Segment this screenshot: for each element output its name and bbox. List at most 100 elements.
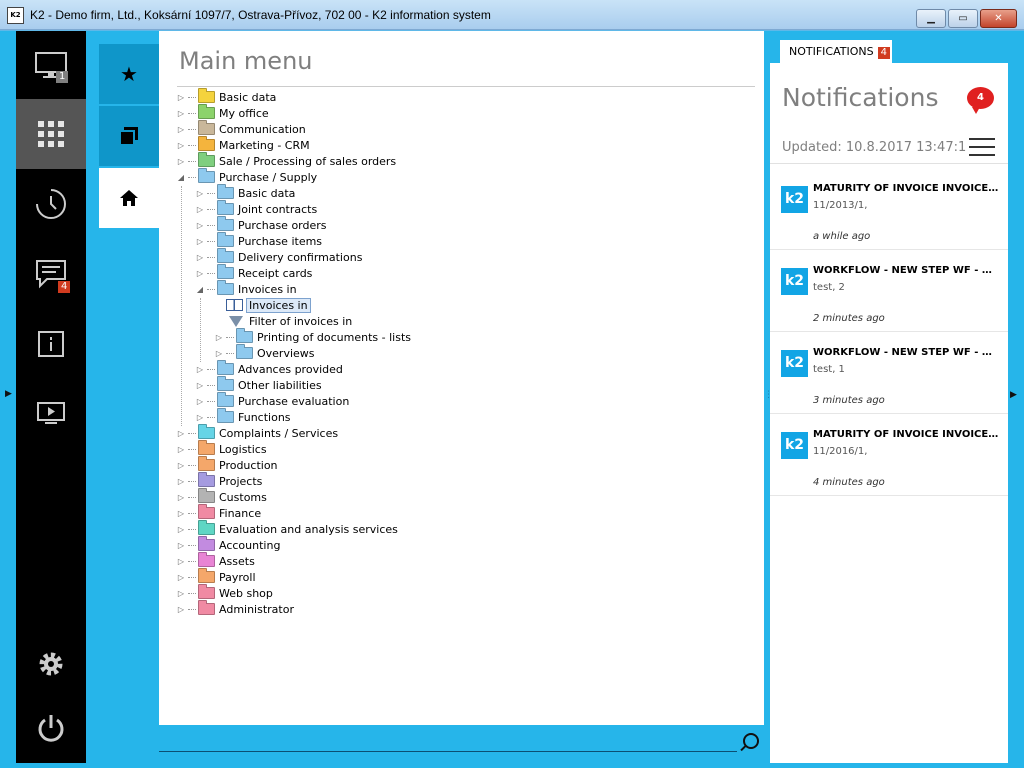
collapse-arrow-icon[interactable]: ◢ bbox=[195, 285, 205, 294]
expand-arrow-icon[interactable]: ▷ bbox=[176, 525, 186, 534]
tree-node-label: Administrator bbox=[219, 602, 294, 616]
expand-arrow-icon[interactable]: ▷ bbox=[214, 333, 224, 342]
expand-arrow-icon[interactable]: ▷ bbox=[176, 429, 186, 438]
close-button[interactable]: ✕ bbox=[980, 9, 1017, 28]
expand-arrow-icon[interactable]: ▷ bbox=[176, 125, 186, 134]
tree-node-purchase-orders[interactable]: ▷ Purchase orders bbox=[195, 216, 327, 233]
expand-arrow-icon[interactable]: ▷ bbox=[176, 541, 186, 550]
home-button[interactable] bbox=[99, 168, 159, 228]
tree-node-advances-provided[interactable]: ▷ Advances provided bbox=[195, 360, 343, 377]
expand-arrow-icon[interactable]: ▷ bbox=[176, 477, 186, 486]
tree-node-receipt-cards[interactable]: ▷ Receipt cards bbox=[195, 264, 312, 281]
expand-arrow-icon[interactable]: ▷ bbox=[176, 509, 186, 518]
minimize-button[interactable]: ▁ bbox=[916, 9, 946, 28]
notification-item[interactable]: k2 WORKFLOW - NEW STEP WF - WORKFLOW tes… bbox=[770, 250, 1008, 332]
expand-arrow-icon[interactable]: ▷ bbox=[195, 365, 205, 374]
expand-arrow-icon[interactable]: ▷ bbox=[176, 445, 186, 454]
sidebar-item-logout[interactable] bbox=[16, 693, 86, 763]
expand-arrow-icon[interactable]: ▷ bbox=[195, 253, 205, 262]
tree-node-purchase-basic-data[interactable]: ▷ Basic data bbox=[195, 184, 296, 201]
expand-arrow-icon[interactable]: ▷ bbox=[176, 461, 186, 470]
expand-arrow-icon[interactable]: ▷ bbox=[176, 157, 186, 166]
tree-node-accounting[interactable]: ▷ Accounting bbox=[176, 536, 280, 553]
tree-node-invoices-in-folder[interactable]: ◢ Invoices in bbox=[195, 280, 297, 297]
expand-arrow-icon[interactable]: ▷ bbox=[195, 413, 205, 422]
tree-node-my-office[interactable]: ▷ My office bbox=[176, 104, 269, 121]
expand-arrow-icon[interactable]: ▷ bbox=[195, 205, 205, 214]
notification-item[interactable]: k2 MATURITY OF INVOICE INVOICES IN 11/20… bbox=[770, 168, 1008, 250]
tree-node-overviews[interactable]: ▷ Overviews bbox=[214, 344, 315, 361]
expand-arrow-icon[interactable]: ▷ bbox=[176, 589, 186, 598]
tree-node-filter-invoices-in[interactable]: Filter of invoices in bbox=[214, 313, 352, 329]
notification-title: WORKFLOW - NEW STEP WF - WORKFLOW bbox=[813, 347, 1001, 358]
sidebar-item-messages[interactable]: 4 bbox=[16, 239, 86, 309]
sidebar-item-main-menu[interactable] bbox=[16, 99, 86, 169]
folder-icon bbox=[217, 200, 234, 215]
sidebar-item-settings[interactable] bbox=[16, 629, 86, 699]
expand-arrow-icon[interactable]: ▷ bbox=[176, 141, 186, 150]
expand-arrow-icon[interactable]: ▷ bbox=[176, 109, 186, 118]
sidebar-item-presentation[interactable] bbox=[16, 379, 86, 449]
tree-node-invoices-in-form[interactable]: Invoices in bbox=[214, 297, 311, 313]
tree-node-purchase-supply[interactable]: ◢ Purchase / Supply bbox=[176, 168, 317, 185]
expand-arrow-icon[interactable]: ▷ bbox=[176, 573, 186, 582]
tree-node-other-liabilities[interactable]: ▷ Other liabilities bbox=[195, 376, 322, 393]
expand-arrow-icon[interactable]: ▷ bbox=[195, 237, 205, 246]
tree-node-communication[interactable]: ▷ Communication bbox=[176, 120, 306, 137]
folder-icon bbox=[236, 344, 253, 359]
expand-arrow-icon[interactable]: ▷ bbox=[176, 557, 186, 566]
expand-arrow-icon[interactable]: ▷ bbox=[195, 269, 205, 278]
tree-node-label: Sale / Processing of sales orders bbox=[219, 154, 397, 168]
tree-node-label: Basic data bbox=[238, 186, 296, 200]
sidebar-item-desktops[interactable]: 1 bbox=[16, 31, 86, 101]
expand-left-arrow-icon[interactable]: ▶ bbox=[5, 389, 12, 399]
favorites-button[interactable]: ★ bbox=[99, 44, 159, 104]
tree-node-projects[interactable]: ▷ Projects bbox=[176, 472, 263, 489]
expand-arrow-icon[interactable]: ▷ bbox=[195, 221, 205, 230]
expand-arrow-icon[interactable]: ▷ bbox=[195, 189, 205, 198]
tree-node-evaluation-analysis[interactable]: ▷ Evaluation and analysis services bbox=[176, 520, 398, 537]
expand-arrow-icon[interactable]: ▷ bbox=[214, 349, 224, 358]
notification-item[interactable]: k2 MATURITY OF INVOICE INVOICES IN 11/20… bbox=[770, 414, 1008, 496]
tree-node-label: Projects bbox=[219, 474, 263, 488]
tree-node-delivery-confirmations[interactable]: ▷ Delivery confirmations bbox=[195, 248, 362, 265]
tree-node-printing-documents[interactable]: ▷ Printing of documents - lists bbox=[214, 328, 411, 345]
search-icon[interactable] bbox=[743, 733, 759, 749]
tree-node-purchase-items[interactable]: ▷ Purchase items bbox=[195, 232, 322, 249]
search-input[interactable] bbox=[159, 751, 737, 752]
tab-notifications[interactable]: NOTIFICATIONS 4 bbox=[780, 40, 892, 63]
tree-node-complaints-services[interactable]: ▷ Complaints / Services bbox=[176, 424, 338, 441]
tree-node-basic-data[interactable]: ▷ Basic data bbox=[176, 88, 276, 105]
expand-arrow-icon[interactable]: ▷ bbox=[176, 605, 186, 614]
tree-node-joint-contracts[interactable]: ▷ Joint contracts bbox=[195, 200, 317, 217]
tree-node-administrator[interactable]: ▷ Administrator bbox=[176, 600, 294, 617]
tree-node-sale[interactable]: ▷ Sale / Processing of sales orders bbox=[176, 152, 397, 169]
folder-icon bbox=[198, 472, 215, 487]
sidebar-item-history[interactable] bbox=[16, 169, 86, 239]
windows-button[interactable] bbox=[99, 106, 159, 166]
hamburger-menu-icon[interactable] bbox=[969, 138, 995, 156]
tree-node-purchase-evaluation[interactable]: ▷ Purchase evaluation bbox=[195, 392, 349, 409]
expand-arrow-icon[interactable]: ▷ bbox=[195, 397, 205, 406]
expand-arrow-icon[interactable]: ▷ bbox=[176, 93, 186, 102]
notification-subtitle: test, 1 bbox=[813, 364, 845, 375]
tree-node-functions[interactable]: ▷ Functions bbox=[195, 408, 291, 425]
tree-node-assets[interactable]: ▷ Assets bbox=[176, 552, 255, 569]
tree-node-finance[interactable]: ▷ Finance bbox=[176, 504, 261, 521]
tree-node-marketing-crm[interactable]: ▷ Marketing - CRM bbox=[176, 136, 310, 153]
notification-item[interactable]: k2 WORKFLOW - NEW STEP WF - WORKFLOW tes… bbox=[770, 332, 1008, 414]
collapse-arrow-icon[interactable]: ◢ bbox=[176, 173, 186, 182]
tree-node-web-shop[interactable]: ▷ Web shop bbox=[176, 584, 273, 601]
expand-arrow-icon[interactable]: ▷ bbox=[176, 493, 186, 502]
sidebar-item-info[interactable] bbox=[16, 309, 86, 379]
notification-count-bubble[interactable]: 4 bbox=[967, 87, 994, 114]
tree-node-logistics[interactable]: ▷ Logistics bbox=[176, 440, 267, 457]
maximize-button[interactable]: ▭ bbox=[948, 9, 978, 28]
window-titlebar[interactable]: K2 K2 - Demo firm, Ltd., Koksární 1097/7… bbox=[0, 0, 1024, 30]
tree-node-customs[interactable]: ▷ Customs bbox=[176, 488, 267, 505]
tree-node-production[interactable]: ▷ Production bbox=[176, 456, 278, 473]
page-title: Main menu bbox=[179, 47, 313, 75]
expand-right-arrow-icon[interactable]: ▶ bbox=[1010, 390, 1017, 400]
expand-arrow-icon[interactable]: ▷ bbox=[195, 381, 205, 390]
tree-node-payroll[interactable]: ▷ Payroll bbox=[176, 568, 256, 585]
